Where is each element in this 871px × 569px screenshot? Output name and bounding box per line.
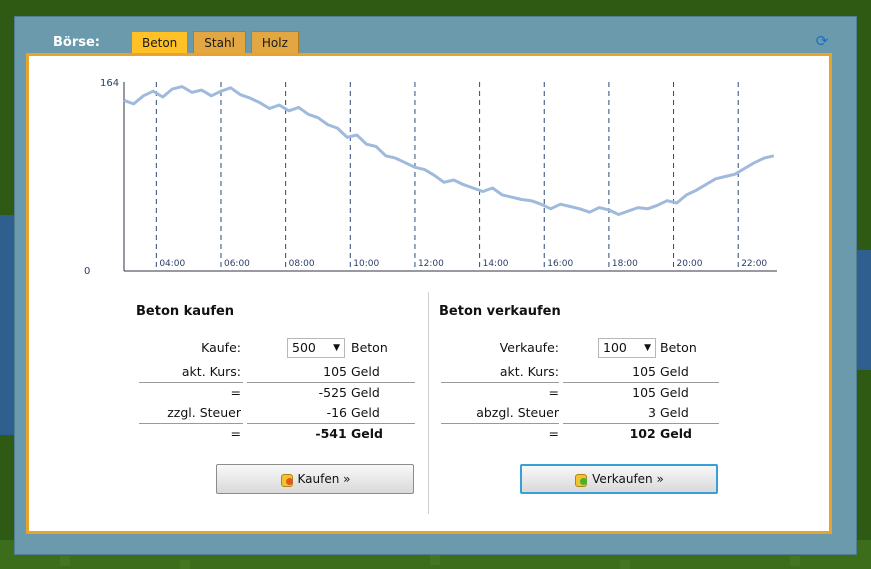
sell-qty-value: 100 (603, 340, 627, 355)
sell-heading: Beton verkaufen (439, 304, 561, 319)
sell-tax-unit: Geld (660, 405, 689, 420)
x-tick-label: 10:00 (353, 259, 379, 269)
x-tick-label: 22:00 (741, 259, 767, 269)
x-tick-label: 14:00 (483, 259, 509, 269)
buy-heading: Beton kaufen (136, 304, 235, 319)
divider-line (563, 423, 719, 424)
tab-stahl[interactable]: Stahl (193, 31, 246, 53)
chevron-down-icon: ▼ (644, 343, 651, 353)
divider-line (139, 382, 243, 383)
divider-line (139, 423, 243, 424)
x-tick-label: 08:00 (289, 259, 315, 269)
tab-beton[interactable]: Beton (131, 31, 189, 53)
buy-tax-label: zzgl. Steuer (167, 405, 241, 420)
coins-icon (574, 472, 588, 487)
buy-button[interactable]: Kaufen » (216, 464, 414, 494)
tab-holz[interactable]: Holz (250, 31, 299, 53)
sell-equals: = (548, 385, 559, 400)
buy-sum-value: -525 (318, 385, 347, 400)
sell-sum-unit: Geld (660, 385, 689, 400)
buy-qty-unit: Beton (351, 340, 388, 355)
buy-rate-value: 105 (323, 364, 347, 379)
sell-button-label: Verkaufen » (592, 472, 664, 486)
sell-rate-value: 105 (632, 364, 656, 379)
buy-rate-label: akt. Kurs: (181, 364, 241, 379)
y-tick-label: 0 (84, 266, 90, 277)
buy-equals-total: = (230, 426, 241, 441)
y-tick-label: 164 (100, 78, 119, 89)
sell-tax-label: abzgl. Steuer (476, 405, 559, 420)
divider-line (247, 423, 415, 424)
resource-tabs: Beton Stahl Holz (131, 31, 299, 53)
market-panel: 164 0 04:00 06:00 08:00 10:00 12:00 14:00 16:00 1… (26, 53, 832, 534)
sell-sum-value: 105 (632, 385, 656, 400)
buy-button-label: Kaufen » (297, 472, 351, 486)
divider-line (441, 423, 559, 424)
x-tick-label: 18:00 (612, 259, 638, 269)
sell-qty-label: Verkaufe: (499, 340, 559, 355)
sell-total: 102 Geld (629, 426, 692, 441)
sell-rate-label: akt. Kurs: (499, 364, 559, 379)
buy-qty-value: 500 (292, 340, 316, 355)
refresh-icon[interactable]: ⟳ (814, 33, 830, 49)
sell-rate-unit: Geld (660, 364, 689, 379)
sell-button[interactable]: Verkaufen » (520, 464, 718, 494)
sell-qty-unit: Beton (660, 340, 697, 355)
stock-exchange-window: Börse: Beton Stahl Holz ⟳ 164 0 04:00 06:00… (14, 16, 857, 555)
buy-total: -541 Geld (315, 426, 383, 441)
x-tick-label: 04:00 (159, 259, 185, 269)
window-title: Börse: (53, 35, 101, 50)
x-tick-label: 20:00 (677, 259, 703, 269)
sell-tax-value: 3 (648, 405, 656, 420)
buy-quantity-select[interactable]: 500 ▼ (287, 338, 345, 358)
price-chart: 164 0 04:00 06:00 08:00 10:00 12:00 14:00 16:00 1… (84, 78, 777, 277)
sell-quantity-select[interactable]: 100 ▼ (598, 338, 656, 358)
buy-tax-value: -16 (326, 405, 347, 420)
sell-equals-total: = (548, 426, 559, 441)
x-tick-label: 06:00 (224, 259, 250, 269)
buy-equals: = (230, 385, 241, 400)
buy-tax-unit: Geld (351, 405, 380, 420)
x-tick-label: 12:00 (418, 259, 444, 269)
divider-line (441, 382, 559, 383)
buy-qty-label: Kaufe: (201, 340, 241, 355)
divider-line (247, 382, 415, 383)
divider-line (563, 382, 719, 383)
buy-rate-unit: Geld (351, 364, 380, 379)
coins-icon (280, 472, 294, 487)
buy-sum-unit: Geld (351, 385, 380, 400)
x-tick-label: 16:00 (547, 259, 573, 269)
price-series-line (123, 85, 775, 216)
chevron-down-icon: ▼ (333, 343, 340, 353)
